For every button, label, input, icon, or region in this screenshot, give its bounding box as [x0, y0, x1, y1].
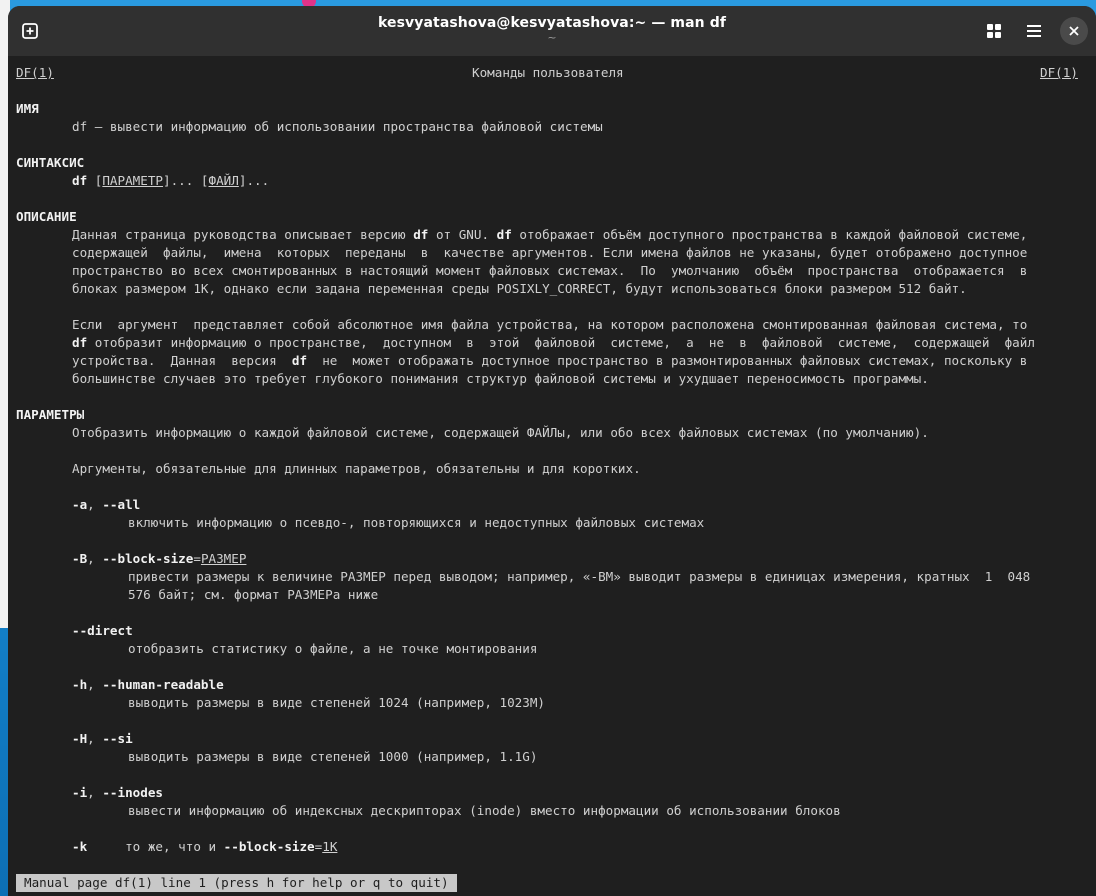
- option-B-desc-2: 576 байт; см. формат РАЗМЕРа ниже: [128, 587, 379, 602]
- option-k-line: -k то же, что и --block-size=1K: [72, 838, 337, 856]
- option-flag: --block-size: [102, 551, 194, 566]
- option-eq: =: [193, 551, 201, 566]
- option-flag: --si: [102, 731, 133, 746]
- close-icon: [1069, 26, 1079, 36]
- man-header-right: DF(1): [1040, 64, 1078, 82]
- option-flag: -B: [72, 551, 88, 566]
- desc-bold-df: df: [291, 353, 308, 368]
- options-intro: Отобразить информацию о каждой файловой …: [72, 425, 929, 440]
- title-bar[interactable]: kesvyatashova@kesvyatashova:~ — man df ~: [8, 6, 1096, 56]
- desc-text: Данная страница руководства описывает ве…: [72, 227, 414, 242]
- description-line-1: Данная страница руководства описывает ве…: [72, 226, 1027, 244]
- option-sep: ,: [87, 551, 103, 566]
- synopsis-p3: ]...: [238, 173, 270, 188]
- grid-icon: [987, 24, 1001, 38]
- synopsis-file: ФАЙЛ: [208, 173, 239, 188]
- option-arg: 1K: [322, 839, 338, 854]
- man-header-center: Команды пользователя: [472, 65, 624, 80]
- man-header-right-text: DF(1): [1040, 65, 1078, 80]
- option-h-flags: -h, --human-readable: [72, 676, 224, 694]
- option-flag: -k: [72, 839, 88, 854]
- synopsis-p1: [: [87, 173, 103, 188]
- option-direct-flag: --direct: [72, 623, 133, 638]
- desc-text: не может отображать доступное пространст…: [307, 353, 1028, 368]
- option-arg: РАЗМЕР: [200, 551, 247, 566]
- desc-text: отображает объём доступного пространства…: [511, 227, 1028, 242]
- synopsis-p2: ]... [: [163, 173, 209, 188]
- option-k-text: то же, что и: [87, 839, 224, 854]
- description-line-5: Если аргумент представляет собой абсолют…: [72, 317, 1028, 332]
- option-flag: -h: [72, 677, 88, 692]
- option-sep: ,: [87, 785, 103, 800]
- scrollbar[interactable]: [1088, 66, 1094, 886]
- option-flag: -i: [72, 785, 88, 800]
- desc-bold-df: df: [72, 335, 88, 350]
- terminal-window: kesvyatashova@kesvyatashova:~ — man df ~: [8, 6, 1096, 896]
- synopsis-param: ПАРАМЕТР: [102, 173, 164, 188]
- terminal-content[interactable]: DF(1) Команды пользователя DF(1) ИМЯ df …: [16, 62, 1096, 896]
- option-flag: --inodes: [102, 785, 164, 800]
- desc-text: отобразит информацию о пространстве, дос…: [87, 335, 1035, 350]
- option-flag: --block-size: [223, 839, 315, 854]
- option-B-flags: -B, --block-size=РАЗМЕР: [72, 550, 246, 568]
- option-sep: ,: [87, 497, 103, 512]
- pager-status-line: Manual page df(1) line 1 (press h for he…: [16, 874, 457, 892]
- option-i-desc: вывести информацию об индексных дескрипт…: [128, 803, 841, 818]
- synopsis-line: df [ПАРАМЕТР]... [ФАЙЛ]...: [72, 172, 269, 190]
- option-H-flags: -H, --si: [72, 730, 133, 748]
- man-header-left: DF(1): [16, 64, 54, 82]
- man-header-left-text: DF(1): [16, 65, 54, 80]
- section-heading-name: ИМЯ: [16, 101, 39, 116]
- option-sep: ,: [87, 677, 103, 692]
- description-line-8: большинстве случаев это требует глубоког…: [72, 371, 929, 386]
- option-direct-desc: отобразить статистику о файле, а не точк…: [128, 641, 538, 656]
- section-heading-synopsis: СИНТАКСИС: [16, 155, 85, 170]
- option-flag: --human-readable: [102, 677, 224, 692]
- section-heading-options: ПАРАМЕТРЫ: [16, 407, 85, 422]
- window-title-area: kesvyatashova@kesvyatashova:~ — man df ~: [8, 14, 1096, 44]
- view-switcher-button[interactable]: [980, 17, 1008, 45]
- hamburger-menu-icon: [1027, 25, 1041, 37]
- option-h-desc: выводить размеры в виде степеней 1024 (н…: [128, 695, 546, 710]
- option-i-flags: -i, --inodes: [72, 784, 163, 802]
- description-line-3: пространство во всех смонтированных в на…: [72, 263, 1028, 278]
- description-line-6: df отобразит информацию о пространстве, …: [72, 334, 1035, 352]
- description-line-2: содержащей файлы, имена которых переданы…: [72, 245, 1028, 260]
- option-H-desc: выводить размеры в виде степеней 1000 (н…: [128, 749, 538, 764]
- option-B-desc-1: привести размеры к величине РАЗМЕР перед…: [128, 569, 1031, 584]
- option-flag: --all: [102, 497, 141, 512]
- window-title: kesvyatashova@kesvyatashova:~ — man df: [377, 15, 727, 31]
- description-line-4: блоках размером 1K, однако если задана п…: [72, 281, 967, 296]
- synopsis-cmd: df: [72, 173, 88, 188]
- window-subtitle: ~: [547, 31, 557, 44]
- desc-bold-df: df: [413, 227, 429, 242]
- desc-text: устройства. Данная версия: [72, 353, 292, 368]
- options-args-note: Аргументы, обязательные для длинных пара…: [72, 461, 641, 476]
- name-text: df — вывести информацию об использовании…: [72, 119, 603, 134]
- option-sep: ,: [87, 731, 103, 746]
- option-a-flags: -a, --all: [72, 496, 140, 514]
- option-a-desc: включить информацию о псевдо-, повторяющ…: [128, 515, 705, 530]
- option-flag: -H: [72, 731, 88, 746]
- desc-bold-df: df: [496, 227, 512, 242]
- section-heading-description: ОПИСАНИЕ: [16, 209, 77, 224]
- option-flag: -a: [72, 497, 88, 512]
- close-button[interactable]: [1060, 17, 1088, 45]
- description-line-7: устройства. Данная версия df не может от…: [72, 352, 1027, 370]
- desc-text: от GNU.: [428, 227, 497, 242]
- main-menu-button[interactable]: [1020, 17, 1048, 45]
